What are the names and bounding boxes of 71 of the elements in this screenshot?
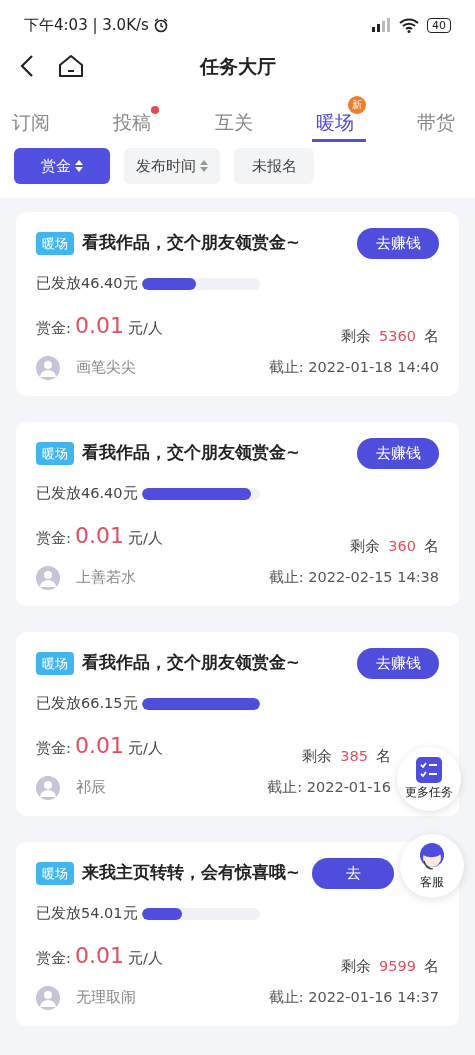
remaining-label: 剩余 <box>350 537 381 556</box>
signal-icon <box>371 18 391 32</box>
remaining-count: 385 <box>340 747 368 766</box>
earn-button[interactable]: 去赚钱 <box>357 438 439 469</box>
paid-amount: 已发放54.01元 <box>36 903 138 923</box>
avatar-icon <box>36 566 60 590</box>
reward-amount: 0.01 <box>74 521 124 550</box>
reward-unit: 元/人 <box>127 948 163 968</box>
tab[interactable]: 带货 <box>413 95 467 143</box>
paid-amount: 已发放46.40元 <box>36 273 138 293</box>
tag: 暖场 <box>36 651 74 675</box>
author-name: 画笔尖尖 <box>76 358 136 378</box>
reward-unit: 元/人 <box>127 738 163 758</box>
deadline: 截止: 2022-02-15 14:38 <box>268 568 439 588</box>
remaining-unit: 名 <box>424 537 439 556</box>
tab[interactable]: 订阅 <box>8 95 62 143</box>
reward-unit: 元/人 <box>127 528 163 548</box>
remaining-unit: 名 <box>424 327 439 346</box>
remaining-label: 剩余 <box>341 957 372 976</box>
tab[interactable]: 互关 <box>210 95 265 143</box>
filter-button[interactable]: 未报名 <box>234 148 314 184</box>
task-title: 来我主页转转，会有惊喜哦~ <box>82 861 300 884</box>
remaining-unit: 名 <box>424 957 439 976</box>
task-title: 看我作品，交个朋友领赏金~ <box>82 231 300 254</box>
task-title: 看我作品，交个朋友领赏金~ <box>82 441 300 464</box>
reward-amount: 0.01 <box>74 311 124 340</box>
tab[interactable]: 新 暖场 <box>311 95 366 143</box>
new-badge: 新 <box>347 95 366 114</box>
filter-button[interactable]: 发布时间 <box>124 148 220 184</box>
tag: 暖场 <box>36 861 74 885</box>
deadline: 截止: 2022-01-16 14:37 <box>268 988 439 1008</box>
home-icon[interactable] <box>58 54 84 78</box>
paid-amount: 已发放66.15元 <box>36 693 138 713</box>
wifi-icon <box>399 17 419 33</box>
paid-amount: 已发放46.40元 <box>36 483 138 503</box>
page-title: 任务大厅 <box>199 53 276 79</box>
filter-button[interactable]: 赏金 <box>14 148 110 184</box>
avatar-icon <box>36 776 60 800</box>
reward-label: 赏金: <box>36 528 71 548</box>
reward-amount: 0.01 <box>74 731 124 760</box>
remaining-count: 5360 <box>379 327 416 346</box>
tag: 暖场 <box>36 441 74 465</box>
avatar-icon <box>36 986 60 1010</box>
deadline: 截止: 2022-01-16 <box>267 778 391 798</box>
remaining-label: 剩余 <box>302 747 333 766</box>
reward-label: 赏金: <box>36 738 71 758</box>
earn-button[interactable]: 去 <box>312 858 394 889</box>
earn-button[interactable]: 去赚钱 <box>357 228 439 259</box>
remaining-count: 360 <box>388 537 416 556</box>
earn-button[interactable]: 去赚钱 <box>357 648 439 679</box>
deadline: 截止: 2022-01-18 14:40 <box>268 358 439 378</box>
avatar-icon <box>36 356 60 380</box>
reward-amount: 0.01 <box>74 941 124 970</box>
remaining-label: 剩余 <box>341 327 372 346</box>
remaining-count: 9599 <box>379 957 416 976</box>
status-time: 下午4:03 | 3.0K/s <box>24 14 149 36</box>
author-name: 无理取闹 <box>76 988 136 1008</box>
reward-label: 赏金: <box>36 948 71 968</box>
notification-dot <box>151 105 160 114</box>
reward-unit: 元/人 <box>127 318 163 338</box>
alarm-icon <box>152 17 169 33</box>
task-title: 看我作品，交个朋友领赏金~ <box>82 651 300 674</box>
checklist-icon <box>416 757 442 783</box>
back-icon[interactable] <box>20 54 34 78</box>
remaining-unit: 名 <box>376 747 391 766</box>
reward-label: 赏金: <box>36 318 71 338</box>
author-name: 祁辰 <box>76 778 106 798</box>
author-name: 上善若水 <box>76 568 136 588</box>
battery-icon: 40 <box>427 17 451 33</box>
tag: 暖场 <box>36 231 74 255</box>
tab[interactable]: 投稿 <box>109 95 164 143</box>
